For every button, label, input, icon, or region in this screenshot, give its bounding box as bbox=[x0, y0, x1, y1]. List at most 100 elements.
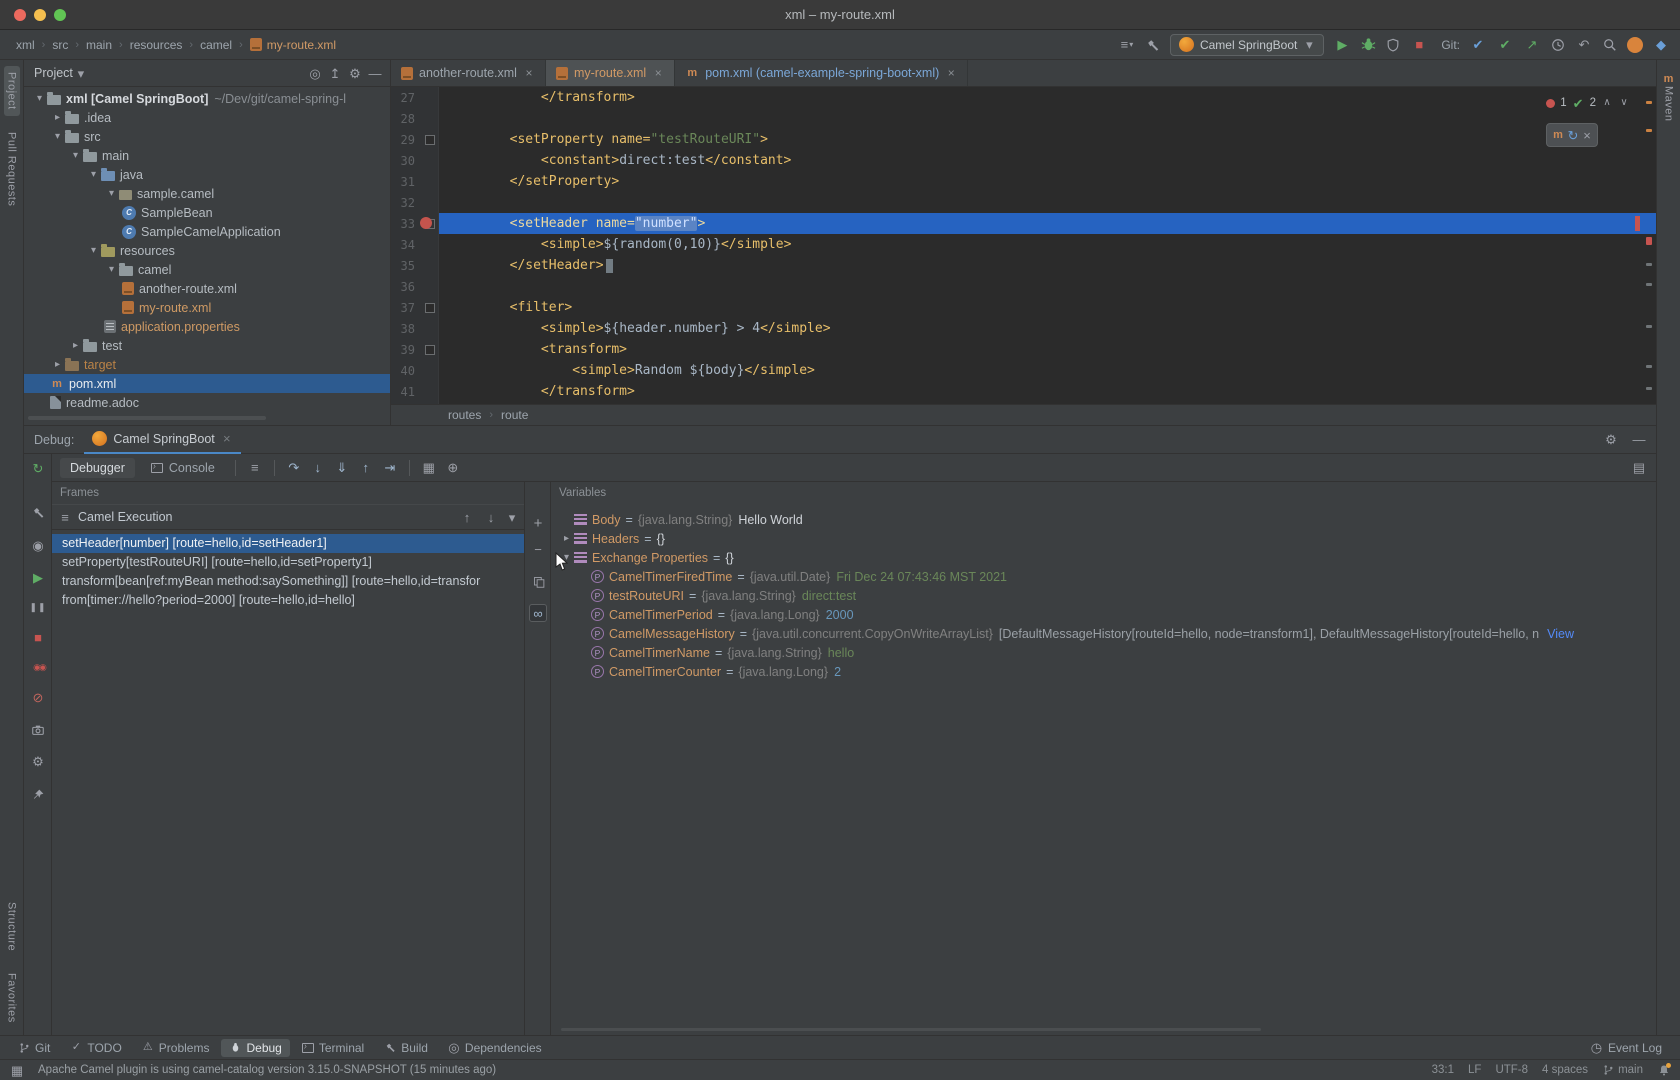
stop-button[interactable] bbox=[1410, 36, 1428, 54]
code-line[interactable]: 27 </transform> bbox=[391, 87, 1656, 108]
code-line[interactable]: 40 <simple>Random ${body}</simple> bbox=[391, 360, 1656, 381]
collapse-all-icon[interactable] bbox=[326, 64, 344, 82]
minimize-window-button[interactable] bbox=[34, 9, 46, 21]
next-issue-icon[interactable] bbox=[1618, 94, 1630, 112]
stripe-tab-maven[interactable]: Maven bbox=[1660, 66, 1678, 128]
code-line[interactable]: 38 <simple>${header.number} > 4</simple> bbox=[391, 318, 1656, 339]
variable-row[interactable]: CamelMessageHistory={java.util.concurren… bbox=[551, 624, 1656, 643]
line-number[interactable]: 35 bbox=[391, 259, 415, 273]
resume-icon[interactable] bbox=[29, 568, 47, 586]
chevron-down-icon[interactable] bbox=[68, 148, 83, 163]
settings-wrench-icon[interactable] bbox=[30, 504, 46, 520]
line-number[interactable]: 28 bbox=[391, 112, 415, 126]
crumb[interactable]: camel bbox=[200, 38, 232, 52]
tree-row[interactable]: sample.camel bbox=[24, 184, 390, 203]
line-number[interactable]: 38 bbox=[391, 322, 415, 336]
remove-watch-icon[interactable] bbox=[529, 540, 547, 558]
show-execution-point-icon[interactable] bbox=[29, 536, 47, 554]
gear-icon[interactable] bbox=[1602, 431, 1620, 449]
tab-debugger[interactable]: Debugger bbox=[60, 458, 135, 478]
editor-tab[interactable]: another-route.xml bbox=[391, 60, 546, 86]
horizontal-scrollbar[interactable] bbox=[28, 416, 266, 420]
variable-row[interactable]: Body={java.lang.String}Hello World bbox=[551, 510, 1656, 529]
close-icon[interactable] bbox=[652, 67, 664, 79]
variable-row[interactable]: Headers={} bbox=[551, 529, 1656, 548]
debug-session-tab[interactable]: Camel SpringBoot bbox=[84, 426, 240, 454]
line-number[interactable]: 27 bbox=[391, 91, 415, 105]
variable-row[interactable]: CamelTimerCounter={java.lang.Long}2 bbox=[551, 662, 1656, 681]
run-configuration-select[interactable]: Camel SpringBoot bbox=[1170, 34, 1324, 56]
code-editor[interactable]: 27 </transform> 28 29 <setProperty name=… bbox=[391, 87, 1656, 404]
tree-row[interactable]: src bbox=[24, 127, 390, 146]
fold-icon[interactable] bbox=[421, 129, 439, 150]
close-icon[interactable] bbox=[1581, 126, 1593, 144]
caret-position[interactable]: 33:1 bbox=[1432, 1064, 1454, 1076]
code-line[interactable]: 34 <simple>${random(0,10)}</simple> bbox=[391, 234, 1656, 255]
hide-panel-icon[interactable] bbox=[366, 64, 384, 82]
toolbar-item-debug[interactable]: Debug bbox=[221, 1039, 289, 1057]
code-line[interactable]: 35 </setHeader> bbox=[391, 255, 1656, 276]
hide-panel-icon[interactable] bbox=[1630, 431, 1648, 449]
layout-menu-icon[interactable] bbox=[246, 459, 264, 477]
line-number[interactable]: 40 bbox=[391, 364, 415, 378]
reload-icon[interactable] bbox=[1567, 126, 1579, 144]
code-line[interactable]: 36 bbox=[391, 276, 1656, 297]
tree-row[interactable]: my-route.xml bbox=[24, 298, 390, 317]
toolbar-item-git[interactable]: Git bbox=[10, 1039, 58, 1057]
step-into-icon[interactable] bbox=[309, 459, 327, 477]
pin-icon[interactable] bbox=[30, 786, 46, 802]
crumb-current-file[interactable]: my-route.xml bbox=[250, 38, 336, 52]
add-icon[interactable] bbox=[444, 459, 462, 477]
tree-row[interactable]: SampleCamelApplication bbox=[24, 222, 390, 241]
profiler-icon[interactable] bbox=[1118, 36, 1136, 54]
crumb[interactable]: resources bbox=[130, 38, 183, 52]
toolbar-item-dependencies[interactable]: Dependencies bbox=[440, 1037, 550, 1059]
warning-stripe-mark[interactable] bbox=[1646, 101, 1652, 104]
step-over-icon[interactable] bbox=[285, 459, 303, 477]
toolbar-item-problems[interactable]: Problems bbox=[134, 1037, 218, 1059]
new-watch-icon[interactable] bbox=[529, 514, 547, 532]
code-line[interactable]: 31 </setProperty> bbox=[391, 171, 1656, 192]
stripe-mark[interactable] bbox=[1646, 325, 1652, 328]
mute-breakpoints-icon[interactable] bbox=[29, 688, 47, 706]
tree-row[interactable]: another-route.xml bbox=[24, 279, 390, 298]
chevron-down-icon[interactable] bbox=[75, 64, 87, 82]
chevron-right-icon[interactable] bbox=[50, 110, 65, 125]
line-number[interactable]: 37 bbox=[391, 301, 415, 315]
coverage-shield-icon[interactable] bbox=[1385, 37, 1401, 53]
toolbar-item-todo[interactable]: TODO bbox=[62, 1037, 129, 1059]
stripe-tab-structure[interactable]: Structure bbox=[4, 896, 20, 957]
tree-row[interactable]: readme.adoc bbox=[24, 393, 390, 412]
breakpoint-icon[interactable] bbox=[420, 217, 432, 229]
view-breakpoints-icon[interactable] bbox=[29, 658, 47, 676]
breadcrumb-item[interactable]: routes bbox=[448, 408, 481, 422]
stripe-tab-favorites[interactable]: Favorites bbox=[4, 967, 20, 1029]
frame-row-selected[interactable]: setHeader[number] [route=hello,id=setHea… bbox=[52, 534, 524, 553]
variable-row[interactable]: Exchange Properties={} bbox=[551, 548, 1656, 567]
frame-row[interactable]: transform[bean[ref:myBean method:saySome… bbox=[52, 572, 524, 591]
indent-setting[interactable]: 4 spaces bbox=[1542, 1064, 1588, 1076]
chevron-right-icon[interactable] bbox=[559, 531, 574, 546]
chevron-right-icon[interactable] bbox=[68, 338, 83, 353]
force-step-into-icon[interactable] bbox=[333, 459, 351, 477]
chevron-right-icon[interactable] bbox=[50, 357, 65, 372]
thread-dump-camera-icon[interactable] bbox=[30, 722, 46, 738]
gear-icon[interactable] bbox=[346, 64, 364, 82]
tree-row[interactable]: target bbox=[24, 355, 390, 374]
breadcrumb-item[interactable]: route bbox=[501, 408, 528, 422]
chevron-down-icon[interactable] bbox=[104, 186, 119, 201]
copy-icon[interactable] bbox=[531, 574, 547, 590]
tree-row[interactable]: xml [Camel SpringBoot]~/Dev/git/camel-sp… bbox=[24, 89, 390, 108]
toolbar-item-build[interactable]: Build bbox=[376, 1039, 436, 1057]
previous-frame-icon[interactable] bbox=[458, 508, 476, 526]
code-line[interactable]: 28 bbox=[391, 108, 1656, 129]
chevron-down-icon[interactable] bbox=[506, 508, 518, 526]
tree-row[interactable]: java bbox=[24, 165, 390, 184]
stripe-mark[interactable] bbox=[1646, 283, 1652, 286]
frame-row[interactable]: from[timer://hello?period=2000] [route=h… bbox=[52, 591, 524, 610]
event-log-button[interactable]: Event Log bbox=[1582, 1037, 1670, 1059]
debug-bug-icon[interactable] bbox=[1360, 37, 1376, 53]
code-with-me-icon[interactable] bbox=[1652, 36, 1670, 54]
line-separator[interactable]: LF bbox=[1468, 1064, 1481, 1076]
evaluate-expression-icon[interactable] bbox=[420, 459, 438, 477]
